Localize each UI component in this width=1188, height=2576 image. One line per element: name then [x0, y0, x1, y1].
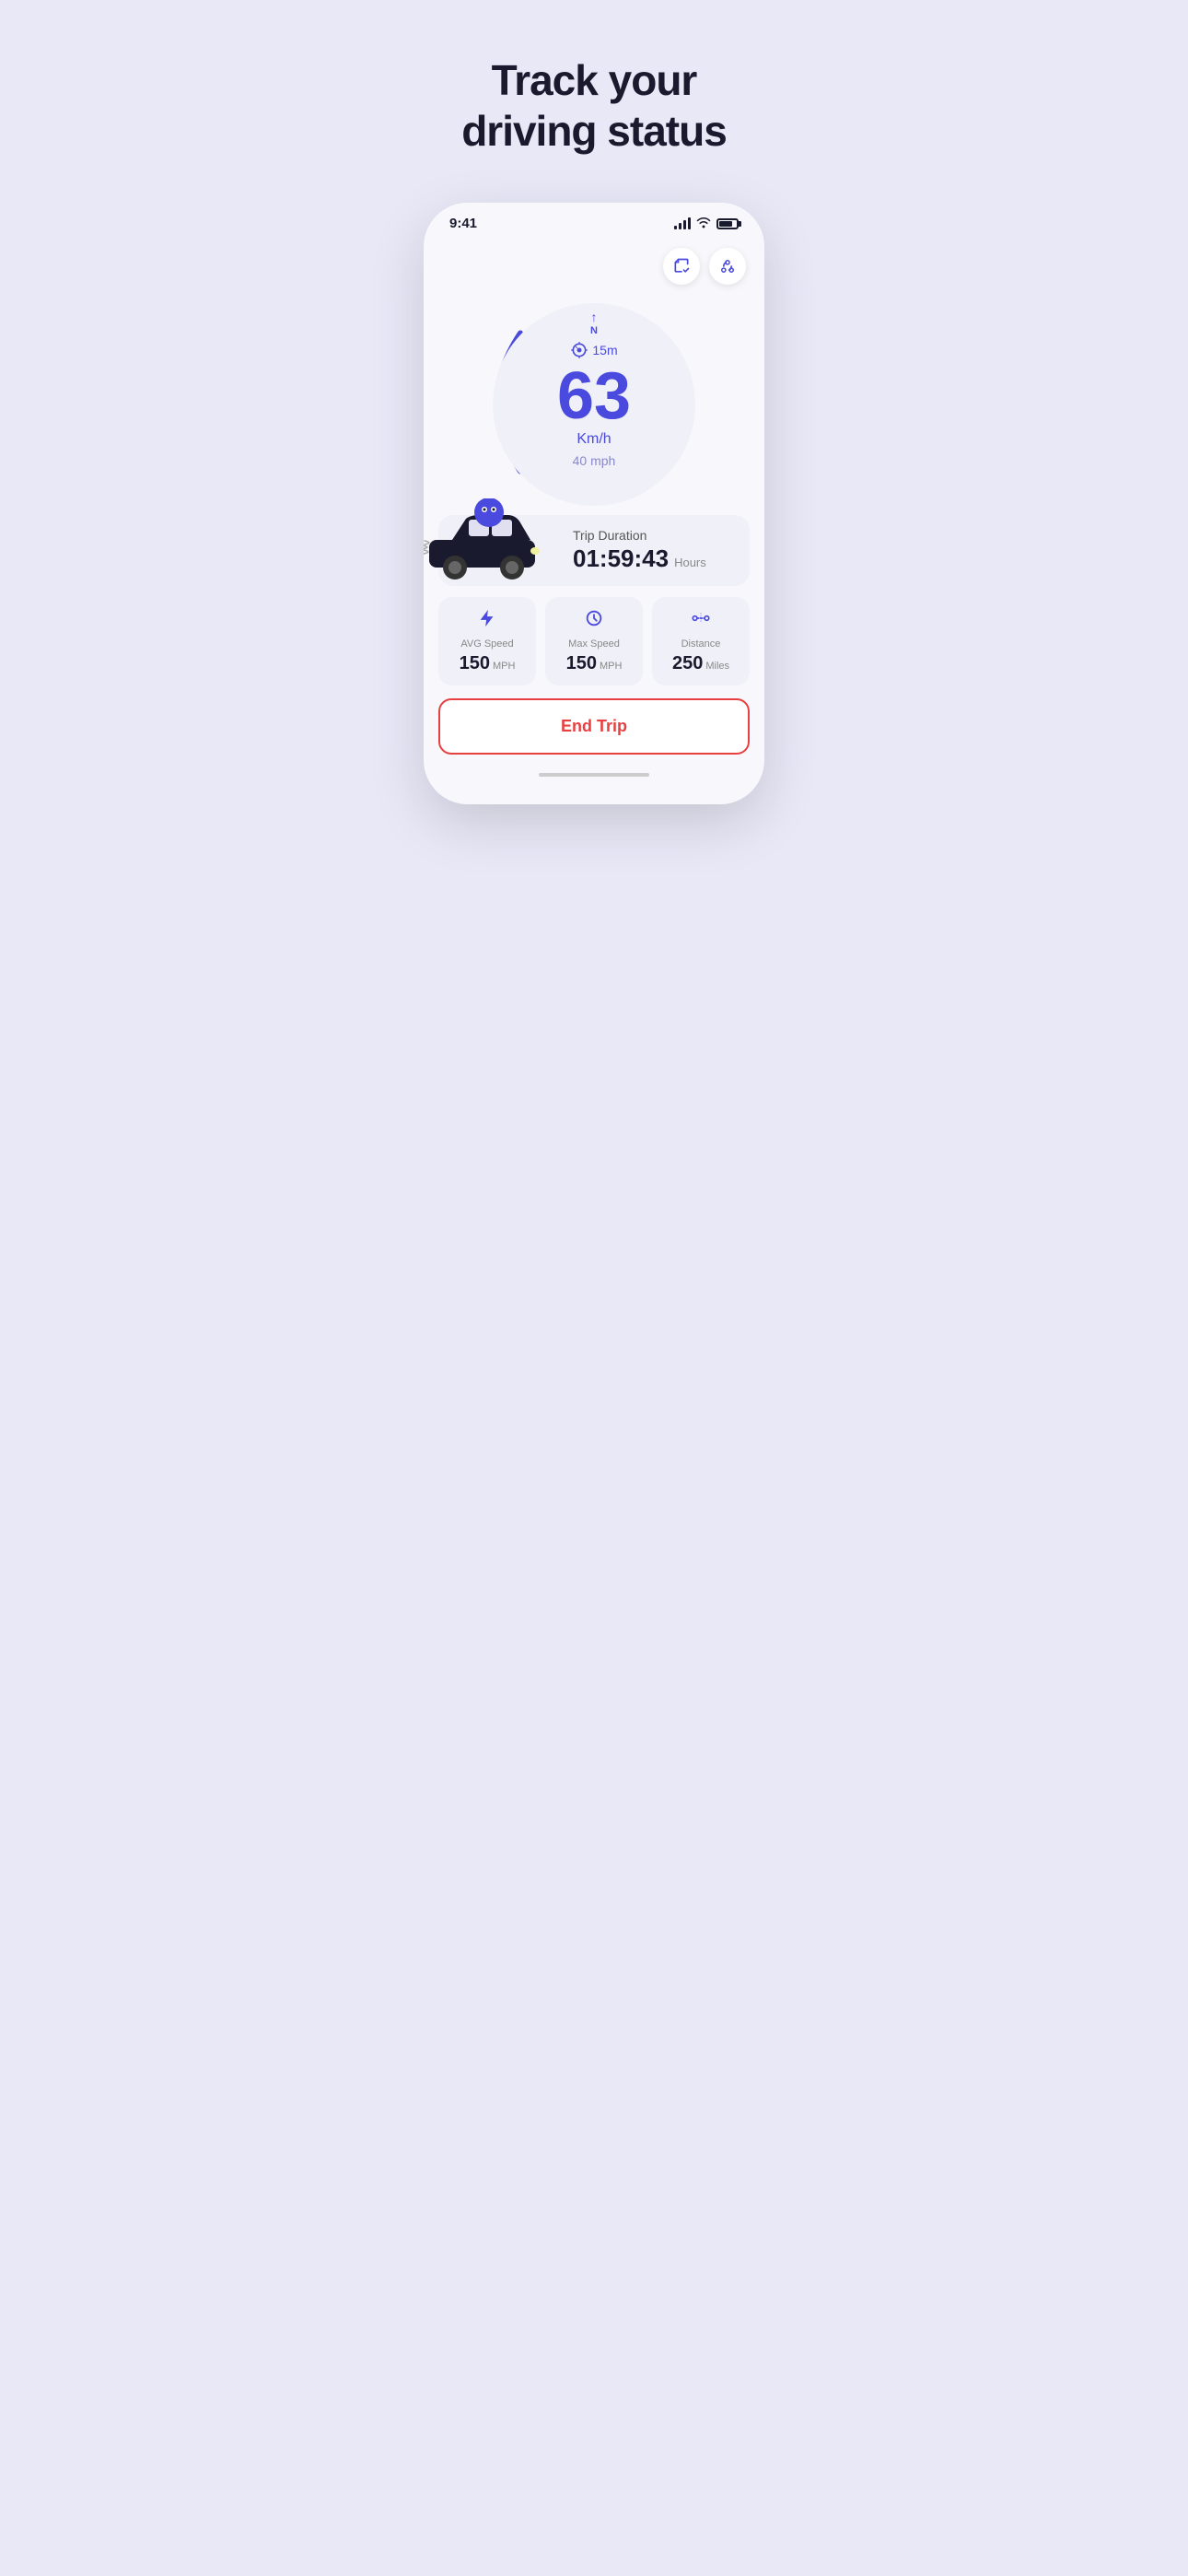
signal-bars-icon [674, 217, 691, 229]
battery-icon [716, 218, 739, 229]
stats-row: AVG Speed 150 MPH Max Speed 150 MPH [438, 597, 750, 685]
wifi-icon [696, 216, 711, 231]
distance-label: Distance [681, 638, 721, 650]
car-illustration [424, 498, 549, 586]
distance-number: 250 [672, 653, 703, 674]
speed-mph: 40 mph [573, 453, 616, 468]
avg-speed-value-row: 150 MPH [460, 653, 516, 674]
avg-speed-label: AVG Speed [460, 638, 513, 650]
end-trip-button[interactable]: End Trip [438, 698, 750, 755]
distance-card: Distance 250 Miles [652, 597, 750, 685]
edit-button[interactable] [663, 248, 700, 285]
home-indicator [539, 773, 649, 777]
status-icons [674, 216, 739, 231]
max-speed-number: 150 [566, 653, 597, 674]
page-title: Track your driving status [461, 55, 727, 157]
compass-arrow-icon: ↑ [590, 310, 597, 323]
distance-value-row: 250 Miles [672, 653, 729, 674]
speedometer-circle: ↑ N 15m 63 Km/h 40 mph [493, 303, 695, 506]
trip-time-unit: Hours [674, 556, 706, 569]
page-wrapper: Track your driving status 9:41 [297, 0, 891, 1288]
max-speed-value-row: 150 MPH [566, 653, 623, 674]
avg-speed-card: AVG Speed 150 MPH [438, 597, 536, 685]
speedometer-container: ↑ N 15m 63 Km/h 40 mph [424, 303, 764, 506]
trip-duration-label: Trip Duration [573, 528, 735, 543]
route-button[interactable] [709, 248, 746, 285]
avg-speed-icon [477, 608, 497, 633]
speed-value: 63 [557, 363, 631, 429]
max-speed-icon [584, 608, 604, 633]
action-buttons [424, 239, 764, 285]
status-bar: 9:41 [424, 203, 764, 239]
trip-time: 01:59:43 [573, 544, 669, 573]
distance-icon [691, 608, 711, 633]
location-icon [570, 341, 588, 359]
avg-speed-number: 150 [460, 653, 490, 674]
distance-unit: Miles [705, 661, 729, 672]
status-time: 9:41 [449, 216, 477, 231]
location-indicator: 15m [570, 341, 617, 359]
max-speed-unit: MPH [600, 661, 622, 672]
trip-duration-value: 01:59:43 Hours [573, 544, 735, 573]
location-distance: 15m [592, 343, 617, 357]
compass-direction: N [590, 325, 598, 336]
trip-info-card: Trip Duration 01:59:43 Hours [438, 515, 750, 586]
speed-unit: Km/h [577, 431, 611, 448]
compass-indicator: ↑ N [590, 310, 598, 336]
max-speed-label: Max Speed [568, 638, 620, 650]
phone-frame: 9:41 [424, 203, 764, 804]
avg-speed-unit: MPH [493, 661, 515, 672]
max-speed-card: Max Speed 150 MPH [545, 597, 643, 685]
